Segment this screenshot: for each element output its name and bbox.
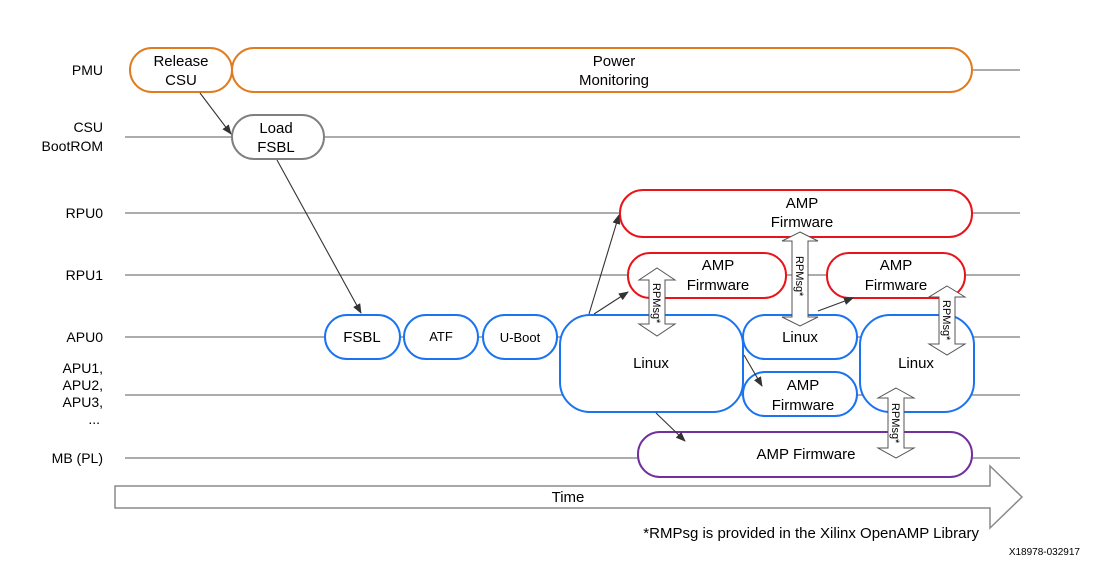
amp-firmware-text: AMP	[787, 377, 820, 394]
uboot-text: U-Boot	[500, 330, 541, 345]
load-fsbl-text: Load	[259, 120, 292, 137]
release-csu-text: Release	[153, 53, 208, 70]
rpmsg-arrow: RPMsg*	[637, 267, 677, 337]
lane-label-rpu1: RPU1	[66, 267, 104, 283]
linux-text: Linux	[633, 355, 669, 372]
time-label: Time	[552, 489, 585, 506]
atf-text: ATF	[429, 329, 453, 344]
footnote: *RMPsg is provided in the Xilinx OpenAMP…	[643, 525, 979, 542]
amp-firmware-text: Firmware	[865, 277, 928, 294]
lane-label-ellipsis: ...	[88, 411, 100, 427]
amp-firmware-text: AMP	[880, 257, 913, 274]
lane-label-bootrom: BootROM	[42, 138, 103, 154]
amp-firmware-text: Firmware	[687, 277, 750, 294]
figure-id: X18978-032917	[1009, 547, 1081, 558]
power-monitoring-text: Power	[593, 53, 636, 70]
rpmsg-arrow: RPMsg*	[876, 387, 916, 459]
boot-sequence-diagram: PMU CSU BootROM RPU0 RPU1 APU0 APU1, APU…	[42, 47, 1081, 558]
rpmsg-label: RPMsg*	[889, 403, 901, 444]
rpmsg-label: RPMsg*	[793, 256, 805, 297]
lane-label-csu: CSU	[73, 119, 103, 135]
lane-label-apu0: APU0	[66, 329, 103, 345]
linux-text: Linux	[898, 355, 934, 372]
fsbl-text: FSBL	[343, 329, 381, 346]
lane-label-apu3: APU3,	[63, 394, 103, 410]
linux-text: Linux	[782, 329, 818, 346]
release-csu-text: CSU	[165, 72, 197, 89]
lane-label-mb: MB (PL)	[52, 450, 103, 466]
rpmsg-arrow: RPMsg*	[781, 231, 819, 327]
rpmsg-label: RPMsg*	[650, 283, 662, 324]
amp-firmware-text: AMP	[702, 257, 735, 274]
rpmsg-label: RPMsg*	[940, 300, 952, 341]
power-monitoring-text: Monitoring	[579, 72, 649, 89]
lane-label-pmu: PMU	[72, 62, 103, 78]
lane-label-apu1: APU1,	[63, 360, 103, 376]
load-fsbl-text: FSBL	[257, 139, 295, 156]
amp-firmware-text: Firmware	[772, 397, 835, 414]
amp-firmware-text: AMP	[786, 195, 819, 212]
lane-label-rpu0: RPU0	[66, 205, 104, 221]
lane-label-apu2: APU2,	[63, 377, 103, 393]
amp-firmware-text: Firmware	[771, 214, 834, 231]
amp-firmware-text: AMP Firmware	[757, 446, 856, 463]
